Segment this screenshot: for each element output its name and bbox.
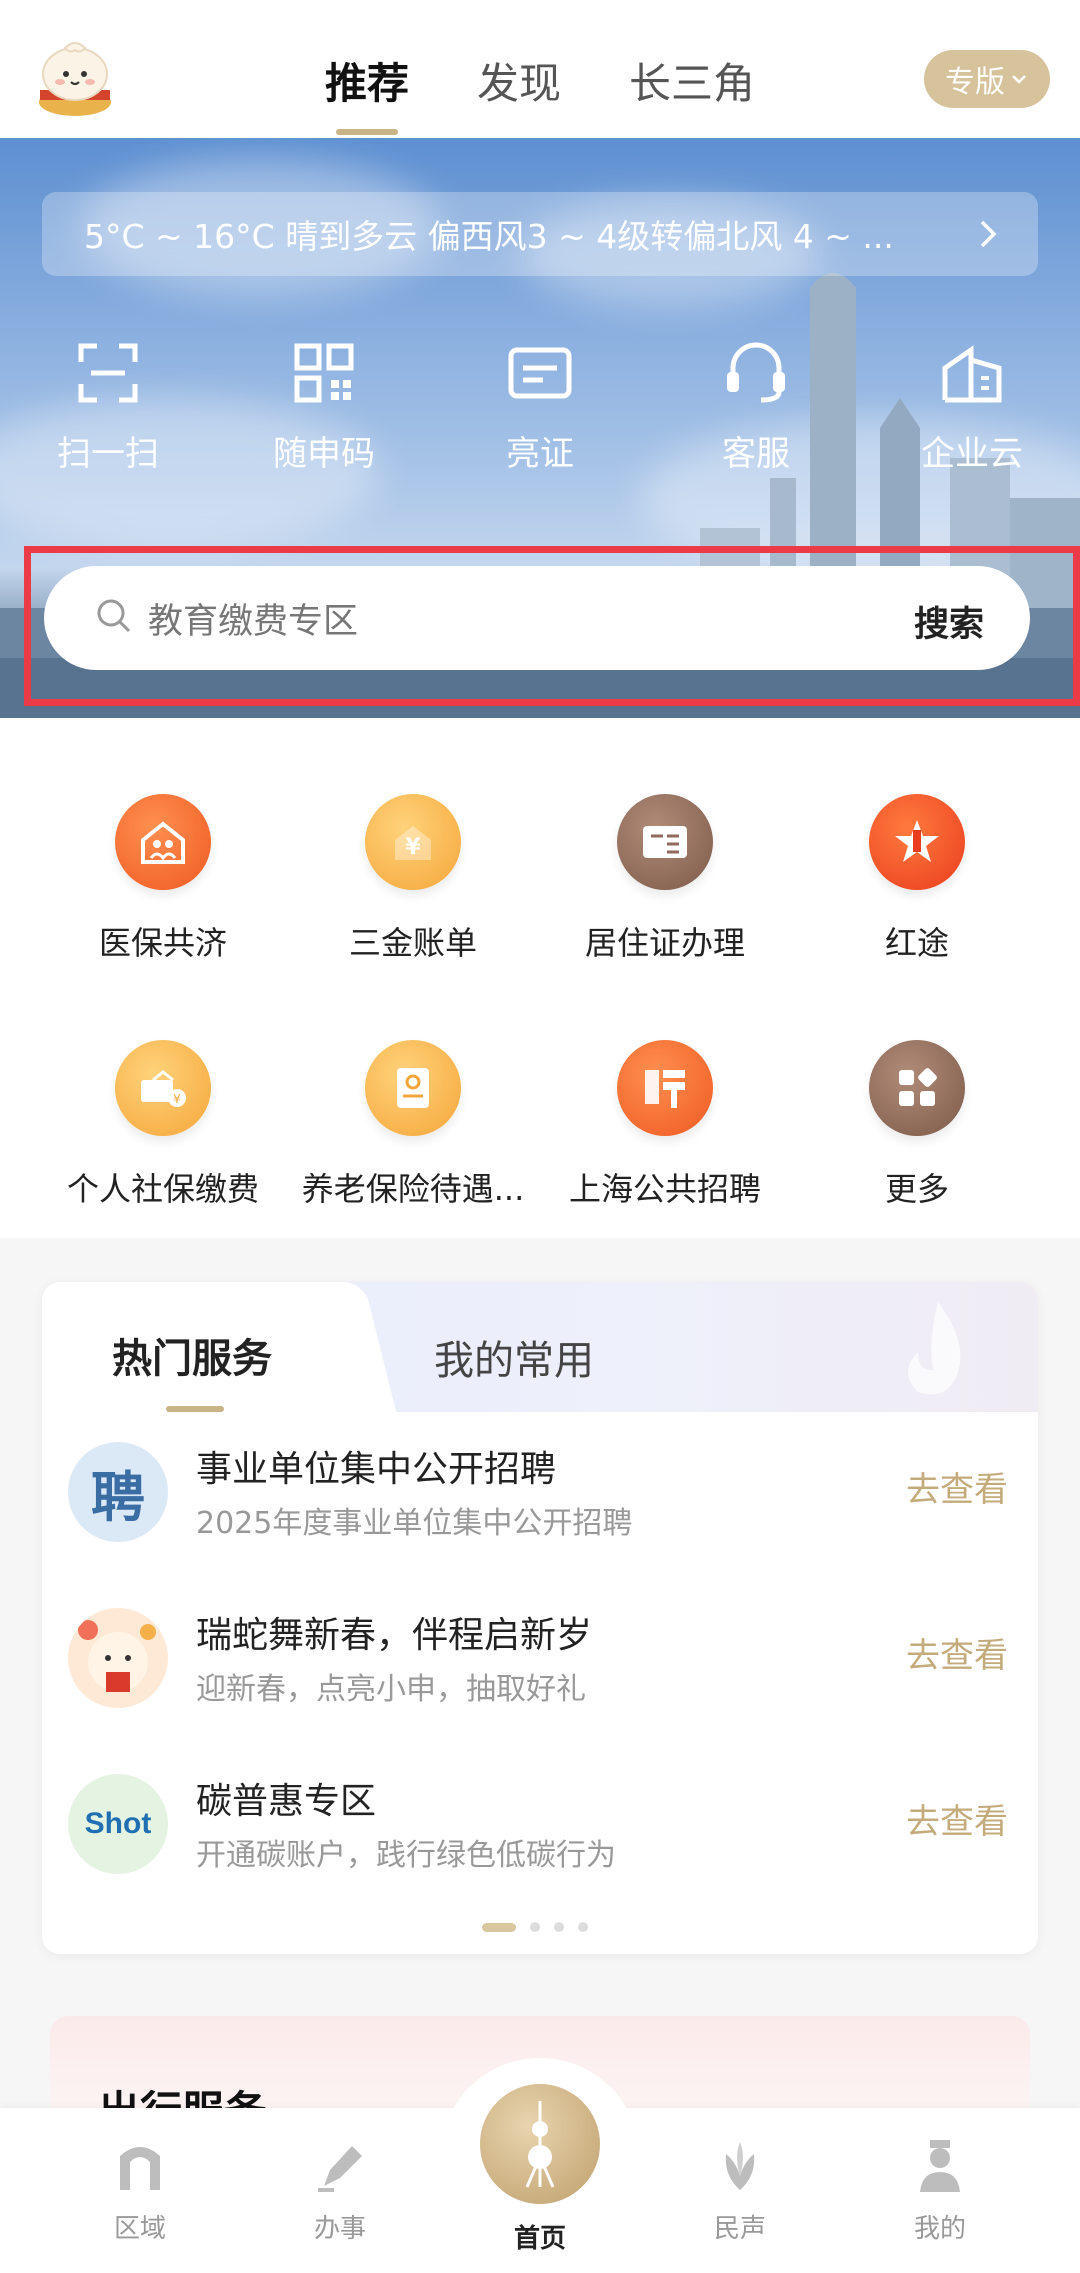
social-insurance-icon: ¥ — [115, 1040, 211, 1136]
headset-icon — [727, 342, 785, 403]
svg-text:¥: ¥ — [173, 1092, 181, 1106]
search-button[interactable]: 搜索 — [914, 596, 984, 647]
service-social-insurance[interactable]: ¥ 个人社保缴费 — [28, 1040, 298, 1210]
service-public-recruit[interactable]: 上海公共招聘 — [530, 1040, 800, 1210]
weather-text: 5°C ~ 16°C 晴到多云 偏西风3 ~ 4级转偏北风 4 ~ ... — [84, 217, 894, 256]
carousel-indicator — [482, 1922, 588, 1932]
arch-gate-icon — [120, 2147, 160, 2190]
tab-hot-services[interactable]: 热门服务 — [112, 1326, 272, 1384]
nav-label: 我的 — [913, 2214, 966, 2244]
quick-enterprise-cloud[interactable]: 企业云 — [864, 338, 1080, 475]
service-label: 居住证办理 — [584, 924, 745, 962]
id-card-icon — [508, 347, 572, 399]
top-bar: 推荐 发现 长三角 专版 — [0, 0, 1080, 138]
nav-label: 首页 — [513, 2224, 566, 2254]
service-label: 养老保险待遇... — [301, 1170, 525, 1208]
nav-home[interactable]: 首页 — [480, 2218, 600, 2255]
grid-more-icon — [869, 1040, 965, 1136]
qr-code-icon — [294, 343, 354, 403]
home-button[interactable] — [480, 2084, 600, 2204]
quick-customer-service[interactable]: 客服 — [648, 338, 864, 475]
item-title: 瑞蛇舞新春，伴程启新岁 — [196, 1615, 593, 1656]
svg-text:¥: ¥ — [405, 835, 421, 860]
carousel-dot-active — [482, 1922, 516, 1932]
mascot-thumb-icon — [68, 1608, 168, 1708]
list-item[interactable]: 聘 事业单位集中公开招聘 2025年度事业单位集中公开招聘 去查看 — [42, 1412, 1038, 1562]
nav-region[interactable]: 区域 — [80, 2136, 200, 2245]
service-grid: 医保共济 ¥ 三金账单 居住证办理 红途 ¥ 个人社保缴费 养老保险待遇... — [0, 718, 1080, 1238]
quick-qrcode-label: 随申码 — [273, 434, 375, 474]
edition-label: 专版 — [945, 65, 1005, 100]
view-button[interactable]: 去查看 — [906, 1462, 1008, 1511]
view-button[interactable]: 去查看 — [906, 1628, 1008, 1677]
quick-qrcode[interactable]: 随申码 — [216, 338, 432, 475]
nav-label: 民声 — [713, 2214, 766, 2244]
service-label: 医保共济 — [98, 924, 227, 962]
quick-scan[interactable]: 扫一扫 — [0, 338, 216, 475]
recruit-thumb-text: 聘 — [91, 1464, 145, 1529]
search-placeholder: 教育缴费专区 — [148, 601, 359, 642]
carousel-dot — [578, 1922, 588, 1932]
item-subtitle: 迎新春，点亮小申，抽取好礼 — [196, 1672, 586, 1707]
edition-button[interactable]: 专版 — [924, 50, 1050, 108]
quick-show-id[interactable]: 亮证 — [432, 338, 648, 475]
item-subtitle: 2025年度事业单位集中公开招聘 — [196, 1506, 633, 1541]
view-button[interactable]: 去查看 — [906, 1794, 1008, 1843]
yuan-coin-icon: ¥ — [365, 794, 461, 890]
nav-label: 办事 — [313, 2214, 366, 2244]
hot-services-card: 热门服务 我的常用 聘 事业单位集中公开招聘 2025年度事业单位集中公开招聘 … — [42, 1282, 1038, 1954]
pen-icon — [318, 2146, 362, 2192]
nav-voice[interactable]: 民声 — [680, 2136, 800, 2245]
quick-customer-service-label: 客服 — [722, 434, 790, 474]
scan-icon — [78, 343, 138, 403]
list-item[interactable]: 瑞蛇舞新春，伴程启新岁 迎新春，点亮小申，抽取好礼 去查看 — [42, 1578, 1038, 1728]
tab-discover[interactable]: 发现 — [477, 50, 561, 111]
tab-recommend[interactable]: 推荐 — [325, 50, 409, 111]
nav-affairs[interactable]: 办事 — [280, 2136, 400, 2245]
building-icon — [942, 345, 1002, 403]
service-medical-share[interactable]: 医保共济 — [28, 794, 298, 964]
chevron-right-icon — [968, 214, 1008, 262]
pension-doc-icon — [365, 1040, 461, 1136]
item-title: 碳普惠专区 — [196, 1781, 377, 1822]
service-label: 红途 — [884, 924, 949, 962]
weather-bar[interactable]: 5°C ~ 16°C 晴到多云 偏西风3 ~ 4级转偏北风 4 ~ ... — [42, 192, 1038, 276]
list-item[interactable]: Shot 碳普惠专区 开通碳账户，践行绿色低碳行为 去查看 — [42, 1744, 1038, 1894]
service-three-funds[interactable]: ¥ 三金账单 — [278, 794, 548, 964]
residence-card-icon — [617, 794, 713, 890]
oriental-pearl-tower-icon — [525, 2101, 555, 2188]
search-bar[interactable]: 教育缴费专区 搜索 — [44, 566, 1030, 670]
item-subtitle: 开通碳账户，践行绿色低碳行为 — [196, 1838, 616, 1873]
recruit-thumb-icon: 聘 — [68, 1442, 168, 1542]
carbon-thumb-text: Shot — [84, 1807, 152, 1840]
search-icon — [94, 596, 134, 640]
service-label: 更多 — [884, 1170, 949, 1208]
profile-person-icon — [920, 2140, 960, 2192]
service-residence-permit[interactable]: 居住证办理 — [530, 794, 800, 964]
recruit-icon — [617, 1040, 713, 1136]
tab-my-favorites[interactable]: 我的常用 — [434, 1328, 594, 1386]
service-more[interactable]: 更多 — [782, 1040, 1052, 1210]
service-pension[interactable]: 养老保险待遇... — [278, 1040, 548, 1210]
red-star-icon — [869, 794, 965, 890]
nav-mine[interactable]: 我的 — [880, 2136, 1000, 2245]
nav-label: 区域 — [113, 2214, 166, 2244]
service-red-route[interactable]: 红途 — [782, 794, 1052, 964]
quick-show-id-label: 亮证 — [506, 434, 574, 474]
carbon-thumb-icon: Shot — [68, 1774, 168, 1874]
service-label: 个人社保缴费 — [66, 1170, 259, 1208]
carousel-dot — [554, 1922, 564, 1932]
magnolia-icon — [725, 2142, 755, 2190]
service-label: 三金账单 — [348, 924, 477, 962]
carousel-dot — [530, 1922, 540, 1932]
family-house-icon — [115, 794, 211, 890]
tab-yangtze-delta[interactable]: 长三角 — [629, 50, 755, 111]
quick-enterprise-cloud-label: 企业云 — [921, 434, 1023, 474]
quick-scan-label: 扫一扫 — [57, 434, 159, 474]
tab-active-indicator — [166, 1406, 224, 1412]
service-label: 上海公共招聘 — [568, 1170, 761, 1208]
flame-watermark-icon — [908, 1302, 961, 1395]
chevron-down-icon — [1009, 62, 1029, 97]
item-title: 事业单位集中公开招聘 — [196, 1449, 557, 1490]
